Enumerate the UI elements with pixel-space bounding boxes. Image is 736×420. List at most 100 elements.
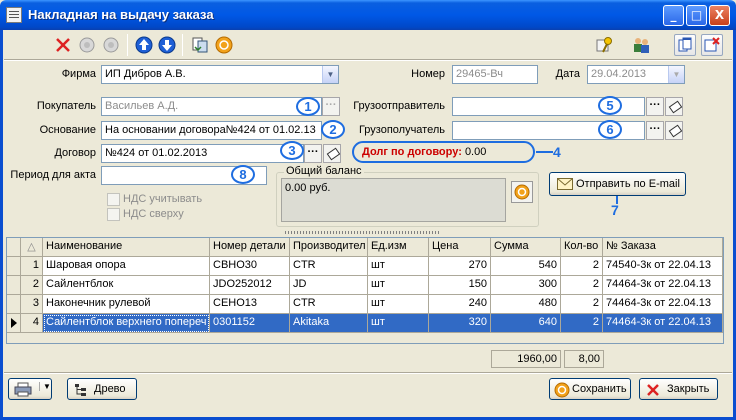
table-cell[interactable]: CTR [290,295,368,314]
save-button[interactable]: Сохранить [549,378,631,400]
table-cell[interactable]: 74540-3к от 22.04.13 [603,257,723,276]
envelope-icon [557,178,573,190]
exit-window-button[interactable] [701,34,723,56]
items-grid[interactable]: △ Наименование Номер детали Производител… [6,237,724,344]
move-up-button[interactable] [133,34,155,56]
arrow-up-icon [135,36,153,54]
basis-field[interactable]: На основании договора№424 от 01.02.13 [101,121,322,140]
table-cell[interactable]: Шаровая опора [43,257,210,276]
table-cell[interactable]: CTR [290,257,368,276]
chevron-down-icon[interactable]: ▼ [322,66,338,83]
key-settings-button[interactable] [594,34,616,56]
annotation-7: 7 [611,202,619,218]
column-header-qty[interactable]: Кол-во [561,238,603,257]
move-down-button[interactable] [156,34,178,56]
table-cell[interactable]: шт [368,276,429,295]
table-cell[interactable]: JD [290,276,368,295]
column-header-maker[interactable]: Производител [290,238,368,257]
balance-field: 0.00 руб. [281,178,506,222]
table-cell[interactable]: шт [368,314,429,333]
vat-include-label: НДС учитывать [123,193,203,205]
table-cell[interactable]: Сайлентблок [43,276,210,295]
eraser-icon[interactable] [665,97,683,116]
table-cell[interactable]: 2 [561,295,603,314]
buyer-browse-button[interactable]: ··· [322,97,340,116]
table-cell[interactable]: CEHO13 [210,295,290,314]
date-dropdown-icon[interactable]: ▼ [668,66,684,83]
shipper-browse-button[interactable]: ··· [646,97,664,116]
table-cell[interactable]: JDO252012 [210,276,290,295]
table-cell[interactable]: 320 [429,314,491,333]
date-label: Дата [555,68,580,80]
table-cell[interactable]: 540 [491,257,561,276]
annotation-8: 8 [231,165,255,184]
eraser-icon[interactable] [665,121,683,140]
table-cell[interactable]: 240 [429,295,491,314]
buyer-field[interactable]: Васильев А.Д. [101,97,322,116]
debt-value: 0.00 [464,146,487,158]
document-icon [6,7,22,23]
column-header-name[interactable]: Наименование [43,238,210,257]
table-cell[interactable]: Akitaka [290,314,368,333]
table-cell[interactable]: 480 [491,295,561,314]
chevron-down-icon[interactable]: ▼ [39,382,51,391]
vat-top-checkbox[interactable] [107,208,120,221]
table-cell[interactable]: Наконечник рулевой [43,295,210,314]
table-cell[interactable]: Сайлентблок верхнего попереч [43,314,210,333]
vat-include-checkbox[interactable] [107,193,120,206]
toolbar-divider [4,59,732,61]
table-cell[interactable]: шт [368,295,429,314]
annotation-4-connector [536,151,553,153]
table-cell[interactable]: 2 [561,314,603,333]
current-row-indicator [7,314,21,333]
table-cell[interactable]: 74464-3к от 22.04.13 [603,295,723,314]
table-cell[interactable]: CBHO30 [210,257,290,276]
row-number: 4 [21,314,43,333]
debt-label: Долг по договору: [362,146,462,158]
row-number: 3 [21,295,43,314]
contract-field[interactable]: №424 от 01.02.2013 [101,144,304,163]
tree-button[interactable]: Древо [67,378,137,400]
table-cell[interactable]: 2 [561,276,603,295]
table-cell[interactable]: шт [368,257,429,276]
send-email-label: Отправить по E-mail [576,178,680,190]
column-header-order[interactable]: № Заказа [603,238,723,257]
print-button[interactable]: ▼ [8,378,52,400]
delete-button[interactable] [52,34,74,56]
send-email-button[interactable]: Отправить по E-mail [549,172,686,196]
splitter-handle[interactable] [285,231,440,234]
firm-select[interactable]: ИП Дибров А.В. [101,65,339,84]
table-cell[interactable]: 640 [491,314,561,333]
balance-refresh-button[interactable] [511,181,533,203]
eraser-icon[interactable] [323,144,341,163]
table-cell[interactable]: 2 [561,257,603,276]
transfer-button[interactable] [189,34,211,56]
number-field[interactable]: 29465-Вч [452,65,538,84]
table-cell[interactable]: 150 [429,276,491,295]
column-header-unit[interactable]: Ед.изм [368,238,429,257]
close-window-button[interactable]: X [709,5,730,26]
sort-icon[interactable]: △ [21,238,43,257]
column-header-part[interactable]: Номер детали [210,238,290,257]
column-header-price[interactable]: Цена [429,238,491,257]
table-cell[interactable]: 74464-3к от 22.04.13 [603,314,723,333]
table-cell[interactable]: 74464-3к от 22.04.13 [603,276,723,295]
consignee-browse-button[interactable]: ··· [646,121,664,140]
table-cell[interactable]: 270 [429,257,491,276]
minimize-button[interactable]: _ [663,5,684,26]
maximize-button[interactable]: □ [686,5,707,26]
process-button[interactable] [213,34,235,56]
users-button[interactable] [630,34,652,56]
close-button[interactable]: Закрыть [639,378,718,400]
save-button-label: Сохранить [572,383,627,395]
orange-circle-icon [554,382,570,398]
disabled-tool-button-1[interactable] [76,34,98,56]
table-cell[interactable]: 300 [491,276,561,295]
contract-browse-button[interactable]: ··· [304,144,322,163]
windows-button[interactable] [674,34,696,56]
total-sum: 1960,00 [491,350,561,368]
column-header-sum[interactable]: Сумма [491,238,561,257]
disabled-tool-button-2[interactable] [100,34,122,56]
close-button-label: Закрыть [667,383,710,395]
table-cell[interactable]: 0301152 [210,314,290,333]
